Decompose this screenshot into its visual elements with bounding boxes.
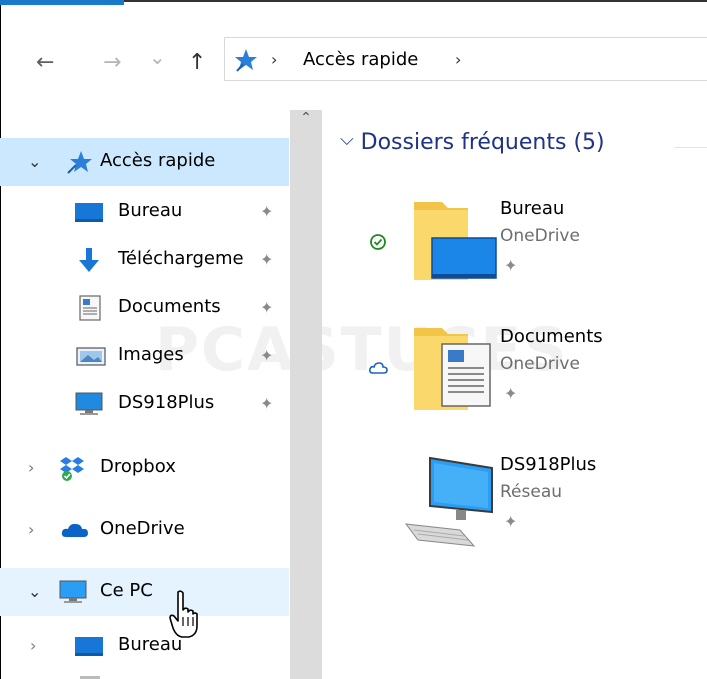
sidebar-item-label: OneDrive [100, 518, 185, 539]
chevron-down-icon[interactable]: ⌄ [28, 152, 41, 171]
sidebar-item-ds918plus[interactable]: DS918Plus ✦ [0, 380, 289, 428]
sidebar-item-label: Ce PC [100, 580, 153, 601]
tile-location: OneDrive [500, 354, 580, 374]
tile-name: Bureau [500, 198, 565, 219]
pin-icon: ✦ [260, 250, 274, 269]
pin-icon: ✦ [504, 256, 518, 275]
quick-access-star-icon [235, 49, 257, 72]
network-computer-icon [75, 392, 103, 415]
folder-tile-bureau[interactable]: Bureau OneDrive ✦ [360, 190, 707, 300]
scroll-up-button[interactable]: ⌃ [294, 110, 318, 134]
pin-icon: ✦ [260, 346, 274, 365]
sidebar-item-bureau-pc[interactable]: › Bureau [0, 622, 289, 670]
sidebar-item-label: Accès rapide [100, 150, 216, 171]
desktop-folder-icon [75, 203, 103, 222]
sidebar-item-label: Bureau [118, 200, 183, 221]
synced-check-icon [370, 234, 386, 250]
chevron-right-icon[interactable]: › [28, 458, 34, 477]
recent-locations-button[interactable]: ⌄ [149, 46, 166, 68]
folder-tile-documents[interactable]: Documents OneDrive ✦ [360, 318, 707, 428]
dropbox-icon [60, 457, 84, 481]
tile-name: Documents [500, 326, 603, 347]
this-pc-icon [59, 580, 87, 603]
sidebar-item-documents[interactable]: Documents ✦ [0, 284, 289, 332]
images-icon [76, 347, 106, 366]
chevron-right-icon[interactable]: › [28, 520, 34, 539]
address-bar[interactable]: › Accès rapide › [224, 37, 707, 81]
chevron-down-icon[interactable]: ⌄ [28, 582, 41, 601]
tile-location: OneDrive [500, 226, 580, 246]
group-header-frequent-folders[interactable]: ⌵ Dossiers fréquents (5) [340, 129, 605, 155]
sidebar-item-this-pc[interactable]: ⌄ Ce PC [0, 568, 289, 616]
navigation-pane: ⌄ Accès rapide Bureau ✦ Téléchargeme ✦ D… [0, 110, 322, 679]
sidebar-item-label: DS918Plus [118, 392, 215, 413]
pin-icon: ✦ [504, 384, 518, 403]
pin-icon: ✦ [504, 512, 518, 531]
window-border-top [124, 0, 707, 2]
onedrive-cloud-icon [61, 523, 88, 537]
network-computer-large-icon [404, 456, 493, 547]
chevron-down-icon[interactable]: ⌵ [340, 129, 354, 150]
group-divider [674, 147, 707, 148]
sidebar-item-label: Images [118, 344, 184, 365]
sidebar-item-bureau[interactable]: Bureau ✦ [0, 188, 289, 236]
documents-folder-large-icon [414, 328, 491, 410]
sidebar-item-label: Documents [118, 296, 221, 317]
download-arrow-icon [79, 248, 99, 272]
group-title: Dossiers fréquents (5) [360, 130, 605, 155]
desktop-folder-icon [75, 637, 103, 656]
breadcrumb-separator[interactable]: › [455, 50, 461, 69]
sidebar-item-quick-access[interactable]: ⌄ Accès rapide [0, 138, 289, 186]
sidebar-item-dropbox[interactable]: › Dropbox [0, 444, 289, 492]
desktop-folder-large-icon [414, 202, 497, 280]
up-button[interactable]: ↑ [188, 52, 206, 74]
pin-icon: ✦ [260, 394, 274, 413]
folder-tile-ds918plus[interactable]: DS918Plus Réseau ✦ [360, 446, 707, 556]
tile-location: Réseau [500, 482, 563, 502]
sidebar-item-images[interactable]: Images ✦ [0, 332, 289, 380]
sidebar-item-label: Téléchargeme [118, 248, 244, 269]
forward-button[interactable]: → [103, 52, 121, 74]
sidebar-scrollbar[interactable] [290, 110, 322, 679]
sidebar-item-telechargements[interactable]: Téléchargeme ✦ [0, 236, 289, 284]
cloud-only-icon [369, 362, 388, 374]
quick-access-star-icon [67, 151, 92, 174]
chevron-right-icon[interactable]: › [30, 636, 36, 655]
documents-icon [79, 295, 101, 321]
pin-icon: ✦ [260, 202, 274, 221]
pin-icon: ✦ [260, 298, 274, 317]
hand-cursor-icon [169, 590, 198, 638]
breadcrumb-separator[interactable]: › [271, 50, 277, 69]
back-button[interactable]: ← [36, 52, 54, 74]
sidebar-item-label: Dropbox [100, 456, 176, 477]
tile-name: DS918Plus [500, 454, 597, 475]
title-accent-bar [0, 0, 124, 5]
breadcrumb-quick-access[interactable]: Accès rapide [303, 49, 418, 70]
sidebar-item-onedrive[interactable]: › OneDrive [0, 506, 289, 554]
